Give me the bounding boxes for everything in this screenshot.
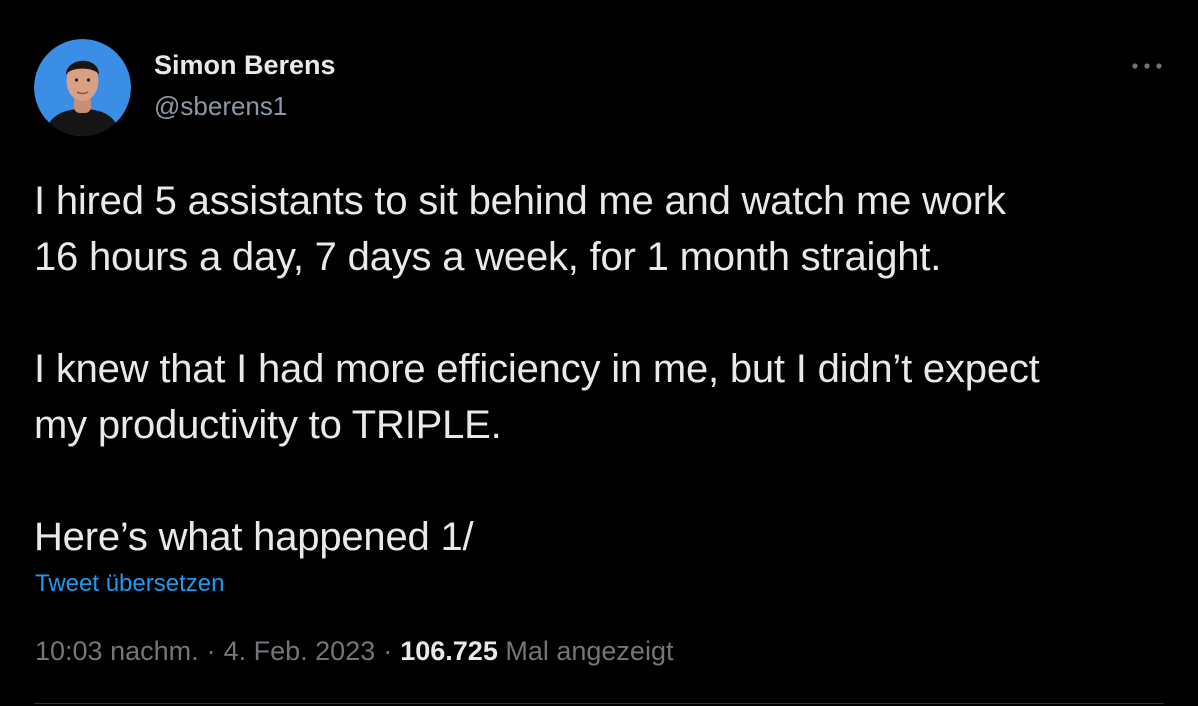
views-label: Mal angezeigt <box>505 636 674 666</box>
tweet-line: Here’s what happened 1/ <box>34 515 474 559</box>
tweet-time[interactable]: 10:03 nachm. <box>35 636 199 666</box>
tweet-card: Simon Berens @sberens1 I hired 5 assista… <box>0 0 1198 706</box>
meta-separator: · <box>206 636 216 666</box>
avatar-image <box>34 39 131 136</box>
tweet-date[interactable]: 4. Feb. 2023 <box>224 636 376 666</box>
author-handle[interactable]: @sberens1 <box>154 91 287 122</box>
views-count: 106.725 <box>400 636 498 666</box>
translate-tweet-link[interactable]: Tweet übersetzen <box>35 570 224 598</box>
tweet-line: I hired 5 assistants to sit behind me an… <box>34 179 1006 223</box>
meta-separator: · <box>383 636 393 666</box>
more-horizontal-icon <box>1132 63 1162 69</box>
tweet-text: I hired 5 assistants to sit behind me an… <box>34 173 1174 565</box>
tweet-line: my productivity to TRIPLE. <box>34 403 502 447</box>
divider <box>34 703 1164 704</box>
avatar[interactable] <box>34 39 131 136</box>
more-options-button[interactable] <box>1124 52 1170 80</box>
tweet-line: 16 hours a day, 7 days a week, for 1 mon… <box>34 235 942 279</box>
tweet-meta: 10:03 nachm. · 4. Feb. 2023 · 106.725 Mal an… <box>35 636 673 667</box>
tweet-line: I knew that I had more efficiency in me,… <box>34 347 1040 391</box>
author-name[interactable]: Simon Berens <box>154 50 336 81</box>
